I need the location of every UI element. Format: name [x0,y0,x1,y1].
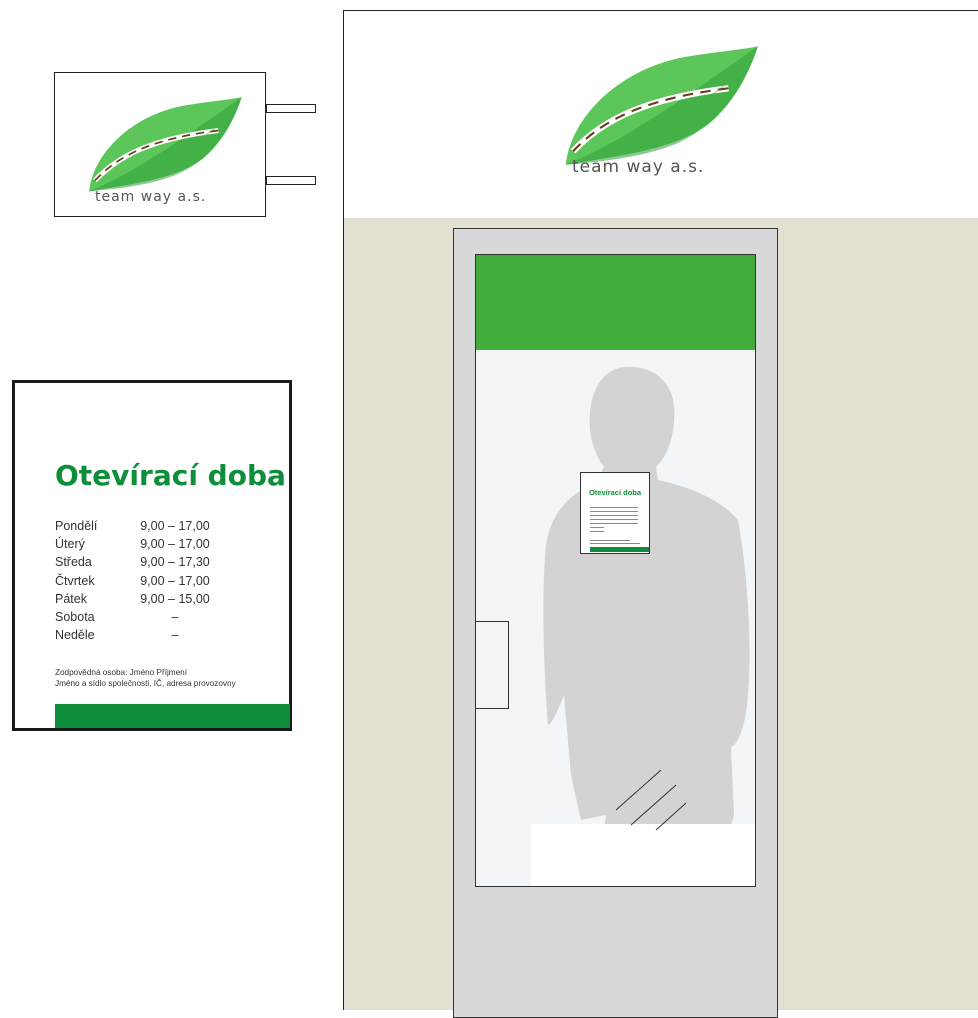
leaf-logo-icon [89,97,242,192]
opening-hours-sign: Otevírací doba Pondělí 9,00 – 17,00 Úter… [12,380,292,731]
mini-sign-text-line [590,519,638,520]
mini-sign-text-line [590,515,638,516]
mini-sign-text-line [590,531,604,532]
fascia-brand-text: team way a.s. [572,157,705,177]
mini-sign-title: Otevírací doba [588,488,642,497]
mini-sign-text-line [590,540,630,541]
hours-day: Sobota [55,609,95,624]
hours-day: Úterý [55,537,85,552]
door-opening-hours-sign: Otevírací doba [580,472,650,554]
mini-sign-text-line [590,543,640,544]
hours-day: Pondělí [55,519,98,533]
hanging-sign: team way a.s. [54,72,266,217]
hours-day: Pátek [55,591,87,606]
sign-bracket-bottom [266,176,316,185]
hours-time: – [171,609,179,624]
mini-sign-text-line [590,527,604,528]
hours-time: – [171,628,179,643]
sign-bracket-top [266,104,316,113]
mini-sign-green-bar [590,547,649,552]
hours-time: 9,00 – 15,00 [140,591,210,606]
storefront-fascia: team way a.s. [344,11,978,218]
responsible-person-text: Zodpovědná osoba: Jméno Příjmení [55,668,187,677]
opening-hours-title: Otevírací doba [55,459,286,492]
door-frame [453,228,778,1018]
leaf-logo-icon [565,46,758,165]
hanging-sign-brand-text: team way a.s. [95,189,207,205]
company-info-text: Jméno a sídlo společnosti, IČ, adresa pr… [55,678,236,688]
mini-sign-text-line [590,507,638,508]
hours-time: 9,00 – 17,00 [140,519,210,533]
green-accent-bar [55,704,290,728]
door-glass [475,254,756,887]
mini-sign-text-line [590,523,638,524]
door-handle[interactable] [475,621,509,709]
storefront: team way a.s. Otevírací doba [343,10,978,1018]
hours-time: 9,00 – 17,00 [140,573,210,588]
hours-day: Středa [55,555,92,570]
glass-reflection-icon [615,769,687,831]
hours-time: 9,00 – 17,00 [140,537,210,552]
opening-hours-footer: Zodpovědná osoba: Jméno Příjmení Jméno a… [55,668,236,689]
hours-day: Čtvrtek [55,573,95,588]
hours-time: 9,00 – 17,30 [140,555,210,570]
hours-day: Neděle [55,628,95,643]
mini-sign-text-line [590,511,638,512]
